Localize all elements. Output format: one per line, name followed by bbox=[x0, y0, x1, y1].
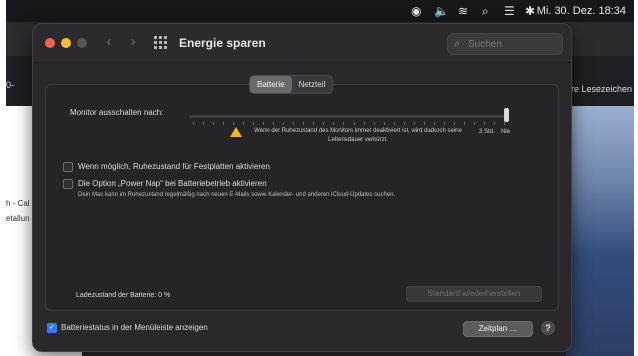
power-nap-checkbox[interactable] bbox=[63, 179, 73, 189]
display-sleep-slider[interactable] bbox=[189, 115, 509, 118]
minimize-button[interactable] bbox=[61, 38, 71, 48]
restore-defaults-button[interactable]: Standard wiederherstellen bbox=[406, 286, 542, 302]
spotlight-icon[interactable]: ⌕ bbox=[482, 3, 489, 19]
battery-level-status: Ladezustand der Batterie: 0 % bbox=[76, 292, 171, 299]
reading-list-label[interactable]: ore Lesezeichen bbox=[566, 84, 632, 94]
user-icon[interactable]: ✱ bbox=[525, 3, 535, 19]
disk-sleep-label[interactable]: Wenn möglich, Ruhezustand für Festplatte… bbox=[78, 162, 270, 172]
menu-bar: ◉ 🔈 ≋ ⌕ ☰ ✱ Mi. 30. Dez. 18:34 bbox=[6, 0, 634, 22]
volume-icon[interactable]: 🔈 bbox=[434, 3, 449, 19]
warning-text: Wenn der Ruhezustand des Monitors immer … bbox=[254, 128, 462, 143]
schedule-button[interactable]: Zeitplan … bbox=[463, 321, 533, 337]
forward-arrow-icon[interactable]: › bbox=[125, 34, 141, 50]
help-button[interactable]: ? bbox=[541, 321, 555, 335]
battery-menubar-label[interactable]: Batteriestatus in der Menüleiste anzeige… bbox=[61, 323, 208, 333]
siri-icon[interactable]: ◉ bbox=[411, 3, 421, 19]
background-text: etallun bbox=[6, 214, 30, 223]
background-app-fragment: 0- bbox=[6, 80, 15, 90]
warning-icon bbox=[230, 127, 242, 137]
battery-menubar-checkbox[interactable]: ✓ bbox=[47, 323, 57, 333]
slider-ticks bbox=[193, 122, 505, 125]
menubar-clock[interactable]: Mi. 30. Dez. 18:34 bbox=[537, 3, 626, 19]
desktop-wallpaper bbox=[566, 106, 634, 356]
energy-saver-window: ‹ › Energie sparen ⌕ Batterie Netzteil M… bbox=[32, 23, 572, 352]
background-text: h - Cal bbox=[6, 199, 30, 208]
wifi-icon[interactable]: ≋ bbox=[458, 3, 468, 19]
tab-netzteil[interactable]: Netzteil bbox=[292, 76, 333, 93]
show-all-grid-icon[interactable] bbox=[154, 36, 168, 50]
search-input[interactable] bbox=[468, 36, 556, 52]
disk-sleep-checkbox[interactable] bbox=[63, 162, 73, 172]
slider-value-never: Nie bbox=[501, 129, 511, 135]
control-center-icon[interactable]: ☰ bbox=[504, 3, 515, 19]
slider-knob[interactable] bbox=[504, 108, 509, 122]
power-source-tabs: Batterie Netzteil bbox=[249, 75, 334, 94]
slider-label: Monitor ausschalten nach: bbox=[70, 108, 164, 117]
back-arrow-icon[interactable]: ‹ bbox=[101, 34, 117, 50]
power-nap-label[interactable]: Die Option „Power Nap“ bei Batteriebetri… bbox=[78, 179, 267, 189]
slider-value-3h: 3 Std. bbox=[479, 129, 495, 135]
search-field[interactable]: ⌕ bbox=[447, 33, 563, 55]
tab-batterie[interactable]: Batterie bbox=[250, 76, 292, 93]
zoom-button[interactable] bbox=[77, 38, 87, 48]
power-nap-description: Dein Mac kann im Ruhezustand regelmäßig … bbox=[78, 192, 396, 198]
window-titlebar: ‹ › Energie sparen ⌕ bbox=[33, 24, 571, 63]
window-title: Energie sparen bbox=[179, 36, 266, 50]
close-button[interactable] bbox=[45, 38, 55, 48]
search-icon: ⌕ bbox=[454, 38, 461, 50]
